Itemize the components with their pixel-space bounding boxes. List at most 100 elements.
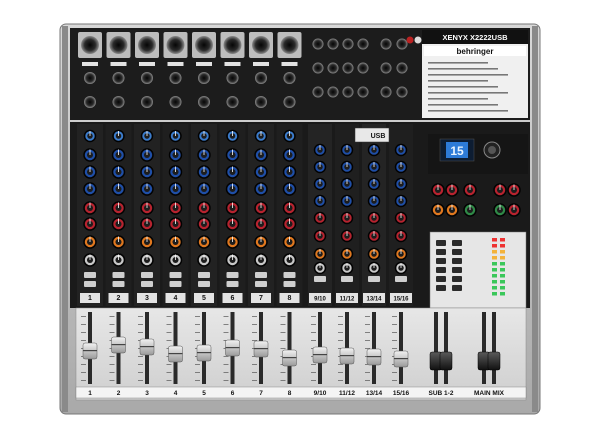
channel-knob[interactable] — [140, 235, 154, 249]
stereo-channel-knob[interactable] — [367, 261, 381, 275]
channel-knob[interactable] — [254, 201, 268, 215]
channel-knob[interactable] — [197, 201, 211, 215]
master-switch[interactable] — [452, 249, 462, 255]
aux-jack[interactable] — [396, 62, 408, 74]
stereo-channel-knob[interactable] — [394, 229, 408, 243]
channel-knob[interactable] — [225, 253, 240, 267]
stereo-channel-knob[interactable] — [340, 229, 354, 243]
mute-button[interactable] — [198, 272, 210, 278]
stereo-jack[interactable] — [357, 38, 369, 50]
channel-knob[interactable] — [197, 129, 211, 143]
rca-red-jack[interactable] — [406, 36, 414, 44]
line-in-jack[interactable] — [141, 72, 153, 84]
mute-button[interactable] — [169, 272, 182, 278]
stereo-jack[interactable] — [342, 38, 354, 50]
master-knob[interactable] — [463, 183, 477, 197]
channel-knob[interactable] — [140, 201, 154, 215]
mute-button[interactable] — [368, 276, 380, 282]
mute-button[interactable] — [314, 276, 326, 282]
channel-knob[interactable] — [283, 129, 296, 143]
stereo-jack[interactable] — [327, 86, 339, 98]
insert-jack[interactable] — [141, 96, 153, 108]
channel-knob[interactable] — [254, 217, 268, 231]
channel-knob[interactable] — [83, 235, 97, 249]
master-knob[interactable] — [493, 203, 507, 217]
xlr-mic-input[interactable] — [280, 36, 299, 54]
channel-knob[interactable] — [83, 201, 97, 215]
channel-knob[interactable] — [254, 235, 268, 249]
insert-jack[interactable] — [112, 96, 125, 108]
channel-knob[interactable] — [83, 165, 97, 179]
channel-knob[interactable] — [197, 148, 211, 162]
mute-button[interactable] — [283, 272, 296, 278]
stereo-jack[interactable] — [357, 62, 369, 74]
channel-knob[interactable] — [111, 235, 126, 249]
xlr-mic-input[interactable] — [166, 36, 185, 54]
xlr-mic-input[interactable] — [223, 36, 242, 54]
channel-knob[interactable] — [168, 148, 183, 162]
stereo-channel-knob[interactable] — [340, 177, 354, 191]
channel-knob[interactable] — [168, 235, 183, 249]
mute-button[interactable] — [84, 272, 96, 278]
channel-knob[interactable] — [254, 148, 268, 162]
master-knob[interactable] — [431, 203, 445, 217]
line-in-jack[interactable] — [112, 72, 125, 84]
xlr-mic-input[interactable] — [252, 36, 270, 54]
channel-knob[interactable] — [225, 182, 240, 196]
channel-knob[interactable] — [140, 148, 154, 162]
stereo-channel-knob[interactable] — [313, 194, 327, 208]
mute-button[interactable] — [141, 272, 153, 278]
stereo-channel-knob[interactable] — [394, 261, 408, 275]
line-in-jack[interactable] — [226, 72, 239, 84]
stereo-jack[interactable] — [312, 86, 324, 98]
stereo-channel-knob[interactable] — [367, 211, 381, 225]
channel-knob[interactable] — [282, 253, 297, 267]
channel-knob[interactable] — [83, 217, 97, 231]
master-fader[interactable] — [439, 351, 453, 371]
stereo-jack[interactable] — [357, 86, 369, 98]
channel-knob[interactable] — [168, 201, 183, 215]
stereo-channel-knob[interactable] — [340, 143, 354, 157]
master-knob[interactable] — [463, 203, 477, 217]
insert-jack[interactable] — [169, 96, 182, 108]
channel-knob[interactable] — [140, 217, 154, 231]
channel-knob[interactable] — [225, 148, 240, 162]
channel-knob[interactable] — [111, 253, 126, 267]
xlr-mic-input[interactable] — [138, 36, 156, 54]
stereo-jack[interactable] — [327, 38, 339, 50]
mute-button[interactable] — [255, 272, 267, 278]
stereo-channel-knob[interactable] — [340, 247, 354, 261]
channel-knob[interactable] — [83, 148, 97, 162]
channel-knob[interactable] — [168, 253, 183, 267]
stereo-channel-knob[interactable] — [367, 177, 381, 191]
channel-knob[interactable] — [225, 217, 240, 231]
insert-jack[interactable] — [84, 96, 96, 108]
stereo-channel-knob[interactable] — [313, 247, 327, 261]
stereo-channel-knob[interactable] — [313, 211, 327, 225]
insert-jack[interactable] — [255, 96, 267, 108]
channel-knob[interactable] — [112, 129, 125, 143]
channel-knob[interactable] — [225, 165, 240, 179]
channel-knob[interactable] — [140, 165, 154, 179]
mute-button[interactable] — [112, 272, 125, 278]
master-switch[interactable] — [436, 258, 446, 264]
mute-button[interactable] — [341, 276, 353, 282]
line-in-jack[interactable] — [283, 72, 296, 84]
stereo-channel-knob[interactable] — [394, 247, 408, 261]
solo-button[interactable] — [141, 281, 153, 287]
stereo-jack[interactable] — [312, 38, 324, 50]
channel-knob[interactable] — [111, 148, 126, 162]
mute-button[interactable] — [395, 276, 407, 282]
solo-button[interactable] — [112, 281, 125, 287]
channel-knob[interactable] — [282, 182, 297, 196]
aux-jack[interactable] — [380, 86, 392, 98]
stereo-channel-knob[interactable] — [394, 160, 408, 174]
stereo-channel-knob[interactable] — [340, 261, 354, 275]
xlr-mic-input[interactable] — [81, 36, 99, 54]
master-knob[interactable] — [507, 183, 521, 197]
insert-jack[interactable] — [283, 96, 296, 108]
rca-white-jack[interactable] — [414, 36, 422, 44]
stereo-channel-knob[interactable] — [313, 261, 327, 275]
solo-button[interactable] — [198, 281, 210, 287]
line-in-jack[interactable] — [255, 72, 267, 84]
